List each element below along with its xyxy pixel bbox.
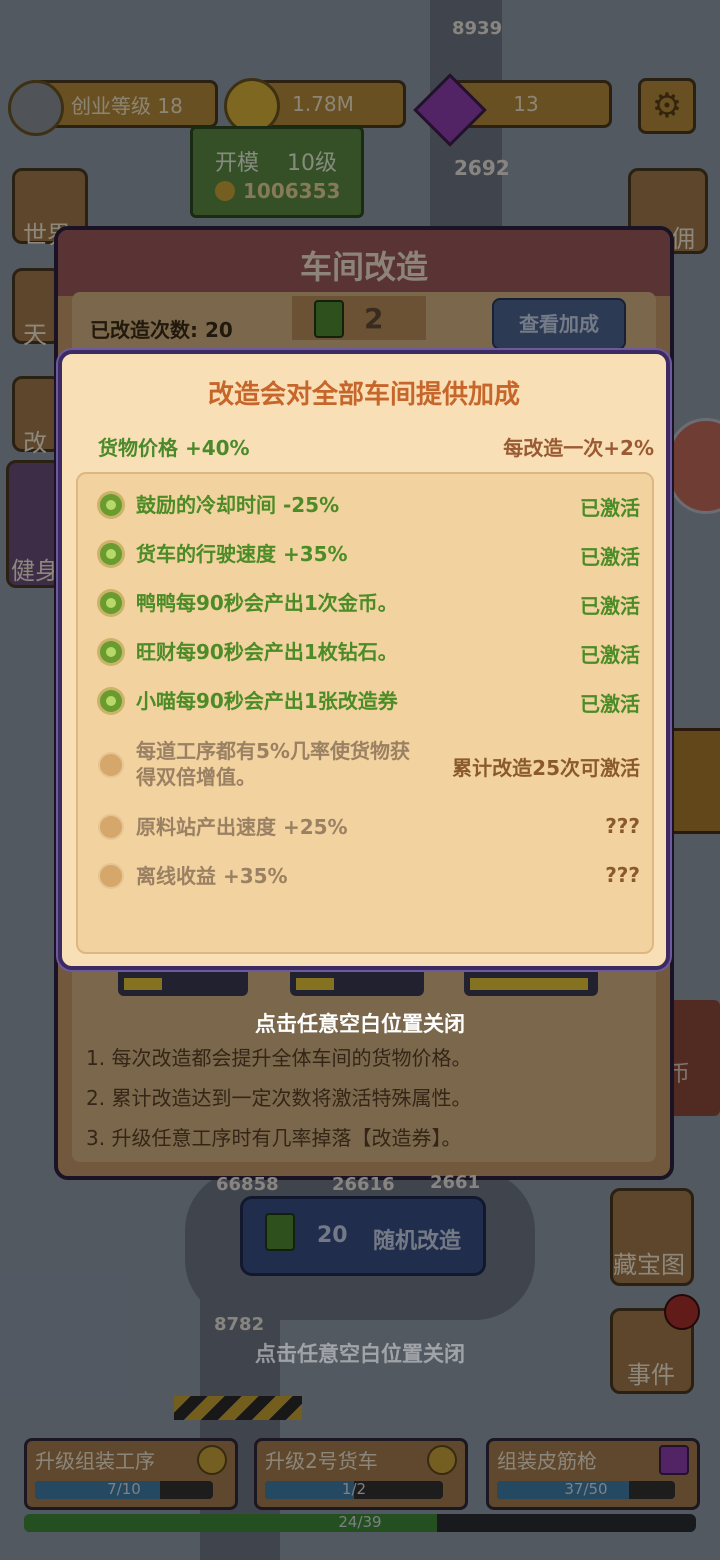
bonus-text: 每道工序都有5%几率使货物获得双倍增值。 xyxy=(136,739,410,789)
inactive-dot-icon xyxy=(100,754,122,776)
bonus-text: 鼓励的冷却时间 -25% xyxy=(136,493,340,517)
bonus-status: 累计改造25次可激活 xyxy=(452,756,640,780)
bonus-text: 鸭鸭每90秒会产出1次金币。 xyxy=(136,591,398,615)
active-dot-icon xyxy=(100,690,122,712)
bonus-list: 鼓励的冷却时间 -25% 已激活 货车的行驶速度 +35% 已激活 鸭鸭每90秒… xyxy=(76,472,654,954)
inactive-dot-icon xyxy=(100,865,122,887)
active-dot-icon xyxy=(100,543,122,565)
bonus-status: 已激活 xyxy=(580,594,640,618)
bonus-text: 旺财每90秒会产出1枚钻石。 xyxy=(136,640,398,664)
close-hint[interactable]: 点击任意空白位置关闭 xyxy=(0,1008,720,1038)
bonus-status: ??? xyxy=(605,814,640,838)
bonus-text: 货车的行驶速度 +35% xyxy=(136,542,348,566)
per-renovate-bonus: 每改造一次+2% xyxy=(503,436,654,460)
inactive-dot-icon xyxy=(100,816,122,838)
bonus-status: 已激活 xyxy=(580,692,640,716)
bonus-text: 原料站产出速度 +25% xyxy=(136,815,348,839)
bonus-dialog: 改造会对全部车间提供加成 货物价格 +40% 每改造一次+2% 鼓励的冷却时间 … xyxy=(58,350,670,970)
bonus-status: 已激活 xyxy=(580,496,640,520)
active-dot-icon xyxy=(100,641,122,663)
active-dot-icon xyxy=(100,494,122,516)
bonus-text: 离线收益 +35% xyxy=(136,864,288,888)
close-hint-background: 点击任意空白位置关闭 xyxy=(255,1342,465,1366)
bonus-status: 已激活 xyxy=(580,545,640,569)
dialog-title: 改造会对全部车间提供加成 xyxy=(207,380,520,410)
bonus-status: ??? xyxy=(605,863,640,887)
goods-price-bonus: 货物价格 +40% xyxy=(98,436,250,460)
bonus-text: 小喵每90秒会产出1张改造券 xyxy=(136,689,398,713)
bonus-status: 已激活 xyxy=(580,643,640,667)
active-dot-icon xyxy=(100,592,122,614)
